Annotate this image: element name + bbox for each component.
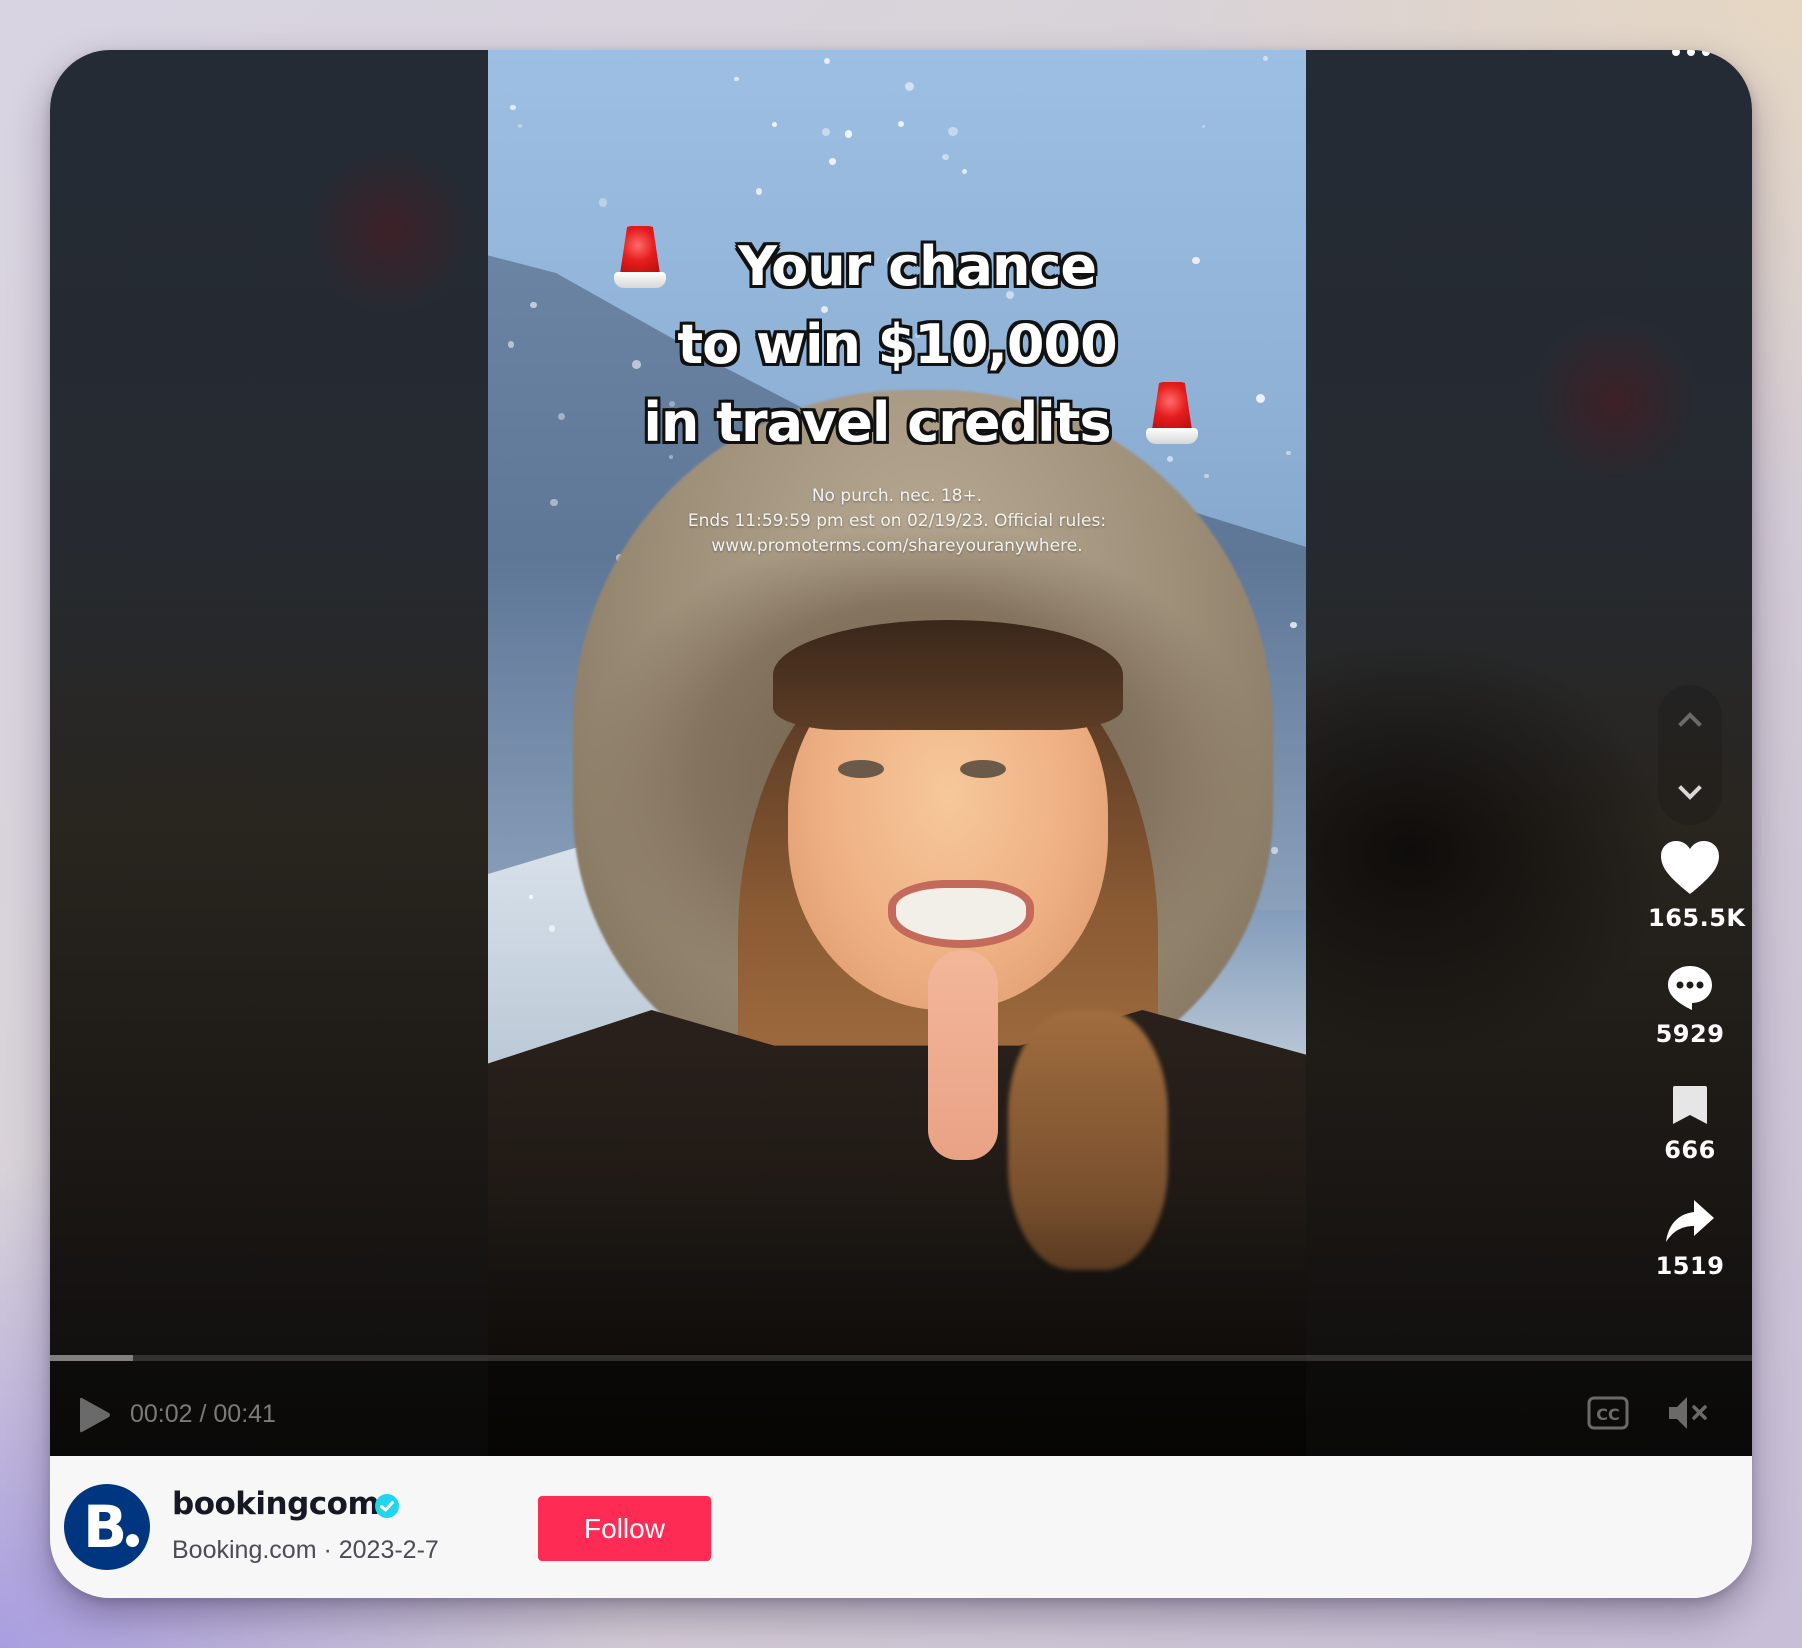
snowflake: [771, 121, 777, 128]
play-icon: [80, 1397, 110, 1433]
snowflake: [734, 76, 739, 81]
play-button[interactable]: [78, 1395, 112, 1435]
progress-fill: [50, 1355, 134, 1361]
progress-bar[interactable]: [50, 1355, 1752, 1361]
verified-badge-icon: [375, 1494, 399, 1518]
fine-print-line-2: Ends 11:59:59 pm est on 02/19/23. Offici…: [687, 511, 1107, 531]
video-frame[interactable]: Your chance to win $10,000 in travel cre…: [488, 50, 1306, 1456]
bookmark-icon: [1673, 1086, 1707, 1124]
author-bar: B bookingcom Booking.com · 2023-2-7 Foll…: [50, 1456, 1752, 1598]
snowflake: [510, 104, 516, 110]
avatar[interactable]: B: [64, 1484, 150, 1570]
more-icon: [1672, 50, 1680, 56]
right-eye: [960, 760, 1006, 778]
overlay-headline-line-2: to win $10,000: [677, 313, 1117, 376]
snowflake: [518, 123, 523, 128]
more-options-button[interactable]: [1666, 50, 1716, 60]
next-video-button[interactable]: [1670, 772, 1710, 812]
snowflake: [829, 158, 837, 165]
snowflake: [1271, 847, 1278, 854]
controls-bar: [50, 1361, 1752, 1456]
previous-video-button[interactable]: [1670, 700, 1710, 740]
share-button[interactable]: 1519: [1648, 1198, 1732, 1280]
chevron-up-icon: [1678, 712, 1702, 727]
follow-button[interactable]: Follow: [538, 1496, 711, 1561]
author-subline: Booking.com · 2023-2-7: [172, 1536, 439, 1564]
snowflake: [904, 81, 915, 92]
overlay-headline-line-1: Your chance: [737, 235, 1097, 298]
snowflake: [598, 198, 608, 207]
comment-button[interactable]: 5929: [1648, 964, 1732, 1048]
fine-print-line-1: No purch. nec. 18+.: [811, 486, 983, 506]
video-player[interactable]: Your chance to win $10,000 in travel cre…: [50, 50, 1752, 1456]
time-display: 00:02 / 00:41: [130, 1400, 276, 1428]
overlay-headline-line-3: in travel credits: [643, 391, 1111, 454]
snowflake: [755, 188, 763, 196]
share-count: 1519: [1655, 1252, 1725, 1280]
volume-muted-icon: [1669, 1397, 1707, 1429]
snowflake: [549, 925, 556, 932]
snowflake: [823, 57, 831, 64]
snowflake: [845, 130, 853, 138]
like-button[interactable]: 165.5K: [1648, 840, 1746, 932]
avatar-letter: B: [83, 1493, 128, 1561]
snowflake: [1289, 621, 1297, 629]
chevron-down-icon: [1678, 785, 1702, 800]
snowflake: [821, 127, 831, 137]
fine-print-line-3: www.promoterms.com/shareyouranywhere.: [711, 536, 1083, 556]
avatar-dot: [126, 1534, 139, 1547]
captions-button[interactable]: CC: [1587, 1396, 1629, 1430]
snowflake: [1262, 56, 1268, 62]
cc-icon: CC: [1587, 1396, 1629, 1430]
left-eye: [838, 760, 884, 778]
mute-button[interactable]: [1667, 1393, 1711, 1433]
snowflake: [898, 120, 905, 127]
share-icon: [1666, 1200, 1714, 1242]
snowflake: [948, 126, 958, 136]
like-count: 165.5K: [1648, 904, 1746, 932]
comment-count: 5929: [1655, 1020, 1725, 1048]
save-button[interactable]: 666: [1648, 1084, 1732, 1164]
clasped-hands: [928, 950, 998, 1160]
snowflake: [1201, 124, 1206, 129]
svg-text:CC: CC: [1596, 1405, 1619, 1424]
snowflake: [962, 168, 968, 174]
author-username[interactable]: bookingcom: [172, 1486, 380, 1522]
mouth: [888, 880, 1034, 948]
comment-icon: [1668, 966, 1712, 1010]
heart-icon: [1661, 841, 1719, 894]
save-count: 666: [1664, 1136, 1716, 1164]
snowflake: [942, 153, 949, 161]
snowflake: [1204, 473, 1209, 479]
bangs: [773, 620, 1123, 730]
video-card: Your chance to win $10,000 in travel cre…: [50, 50, 1752, 1598]
